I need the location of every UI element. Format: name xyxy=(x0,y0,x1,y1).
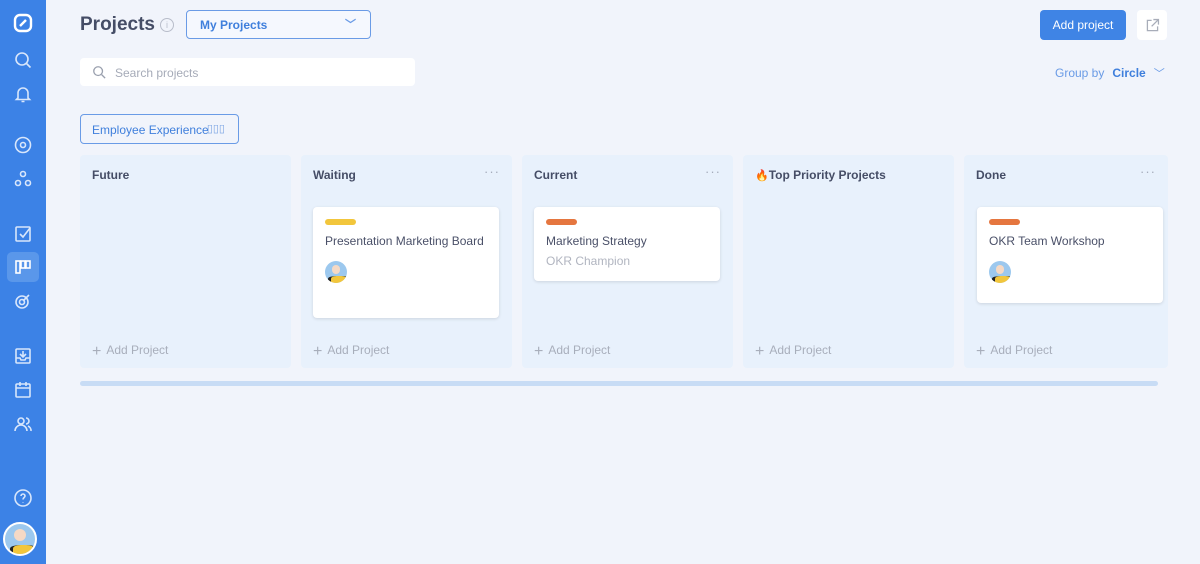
add-project-label: Add Project xyxy=(990,343,1053,357)
user-avatar[interactable] xyxy=(3,522,37,556)
more-icon[interactable]: ··· xyxy=(484,164,500,179)
avatar xyxy=(325,261,347,283)
add-project-link[interactable]: + Add Project xyxy=(92,343,168,361)
project-card[interactable]: Presentation Marketing Board xyxy=(313,207,499,318)
column-waiting: Waiting ··· Presentation Marketing Board… xyxy=(301,155,512,368)
color-tag xyxy=(989,219,1020,225)
column-title: Waiting xyxy=(313,168,356,182)
external-link-button[interactable] xyxy=(1137,10,1167,40)
tasks-icon[interactable] xyxy=(7,219,39,249)
page-title: Projects xyxy=(80,14,155,35)
card-title: OKR Team Workshop xyxy=(989,234,1105,248)
bell-icon[interactable] xyxy=(7,79,39,109)
column-title: 🔥Top Priority Projects xyxy=(755,168,886,182)
color-tag xyxy=(325,219,356,225)
card-subtitle: OKR Champion xyxy=(546,254,631,268)
info-icon[interactable]: i xyxy=(160,18,174,32)
card-title: Presentation Marketing Board xyxy=(325,234,484,248)
ball-icon[interactable] xyxy=(7,130,39,160)
project-card[interactable]: Marketing Strategy OKR Champion xyxy=(534,207,720,281)
column-top-priority: 🔥Top Priority Projects + Add Project xyxy=(743,155,954,368)
horizontal-scrollbar[interactable] xyxy=(80,381,1158,386)
search-icon xyxy=(93,66,106,79)
add-project-link[interactable]: + Add Project xyxy=(976,343,1052,361)
add-project-button[interactable]: Add project xyxy=(1040,10,1126,40)
search-input[interactable]: Search projects xyxy=(80,58,415,86)
plus-icon: + xyxy=(534,343,544,360)
logo-icon[interactable] xyxy=(7,8,39,38)
avatar xyxy=(989,261,1011,283)
add-project-link[interactable]: + Add Project xyxy=(534,343,610,361)
circles-icon[interactable] xyxy=(7,164,39,194)
external-link-icon xyxy=(1146,18,1159,31)
column-title: Done xyxy=(976,168,1006,182)
column-future: Future + Add Project xyxy=(80,155,291,368)
plus-icon: + xyxy=(313,343,323,360)
group-by-value: Circle xyxy=(1112,66,1146,80)
card-title: Marketing Strategy xyxy=(546,234,647,248)
board-icon: ▯▯▯ xyxy=(206,123,225,135)
circle-name: Employee Experience xyxy=(92,123,209,137)
circle-tag[interactable]: Employee Experience ▯▯▯ xyxy=(80,114,239,144)
filter-value: My Projects xyxy=(200,18,268,32)
add-project-label: Add Project xyxy=(106,343,169,357)
inbox-icon[interactable] xyxy=(7,341,39,371)
group-by-selector[interactable]: Group by Circle ﹀ xyxy=(1055,65,1165,81)
sidebar xyxy=(0,0,46,564)
projects-board-icon[interactable] xyxy=(7,252,39,282)
color-tag xyxy=(546,219,577,225)
chevron-down-icon: ﹀ xyxy=(345,19,356,31)
target-icon[interactable] xyxy=(7,286,39,316)
chevron-down-icon: ﹀ xyxy=(1153,68,1165,80)
search-icon[interactable] xyxy=(7,45,39,75)
help-icon[interactable] xyxy=(7,483,39,513)
project-filter-dropdown[interactable]: My Projects ﹀ xyxy=(186,10,371,39)
more-icon[interactable]: ··· xyxy=(1140,164,1156,179)
column-title: Current xyxy=(534,168,578,182)
fire-icon: 🔥 xyxy=(755,170,769,182)
add-project-label: Add Project xyxy=(769,343,832,357)
more-icon[interactable]: ··· xyxy=(705,164,721,179)
column-title-text: Top Priority Projects xyxy=(768,168,886,182)
add-project-label: Add Project xyxy=(548,343,611,357)
plus-icon: + xyxy=(92,343,102,360)
add-project-link[interactable]: + Add Project xyxy=(755,343,831,361)
search-placeholder: Search projects xyxy=(115,66,199,80)
add-project-link[interactable]: + Add Project xyxy=(313,343,389,361)
group-by-label: Group by xyxy=(1055,66,1105,80)
project-card[interactable]: OKR Team Workshop xyxy=(977,207,1163,303)
plus-icon: + xyxy=(755,343,765,360)
plus-icon: + xyxy=(976,343,986,360)
column-current: Current ··· Marketing Strategy OKR Champ… xyxy=(522,155,733,368)
people-icon[interactable] xyxy=(7,409,39,439)
add-project-label: Add Project xyxy=(327,343,390,357)
column-done: Done ··· OKR Team Workshop + Add Project xyxy=(964,155,1168,368)
column-title: Future xyxy=(92,168,130,182)
calendar-icon[interactable] xyxy=(7,375,39,405)
